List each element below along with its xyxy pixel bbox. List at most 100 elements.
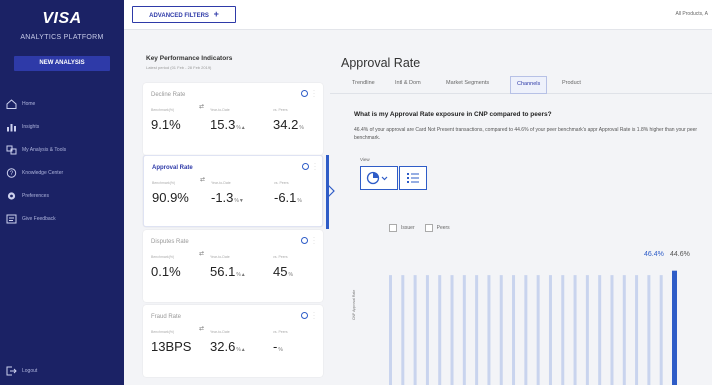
chart-bar-peer[interactable] [413,275,417,385]
chart-bar-peer[interactable] [598,275,602,385]
kpi-card-approval-rate[interactable]: Approval Rate · · · Benchmark(%) ⇄ Year-to… [143,155,335,229]
chart-bar-peer[interactable] [438,275,442,385]
tab-market-segments[interactable]: Market Segments [446,80,489,86]
sidebar-item-preferences[interactable]: Preferences [0,186,124,206]
logout-link[interactable]: Logout [5,365,37,376]
kpi-subtitle: Latest period (01 Feb - 28 Feb 2019) [146,65,212,70]
legend-checkbox-issuer[interactable] [389,224,397,232]
advanced-filters-label: ADVANCED FILTERS [149,13,209,19]
advanced-filters-button[interactable]: ADVANCED FILTERS + [132,6,236,23]
logout-label: Logout [22,367,38,374]
chart-view-button[interactable] [360,166,398,190]
chart-bar-peer[interactable] [512,275,516,385]
chart-bar-peer[interactable] [487,275,491,385]
more-icon[interactable]: · · · [313,88,318,100]
kpi-value-benchmark: 13BPS [151,339,192,354]
swap-icon[interactable]: ⇄ [199,325,204,332]
chart-bar-peer[interactable] [622,275,626,385]
more-icon[interactable]: · · · [313,310,318,322]
chart-bar-issuer[interactable] [672,270,677,385]
sidebar: VISA ANALYTICS PLATFORM NEW ANALYSIS Hom… [0,0,124,385]
info-icon[interactable] [301,312,308,319]
top-bar: ADVANCED FILTERS + All Products, A [124,0,712,30]
chart-bar-peer[interactable] [425,275,429,385]
chart-bar-peer[interactable] [573,275,577,385]
chart-data-label: 46.4% [644,251,664,258]
chart-bar-peer[interactable] [389,275,392,385]
chart-bar-peer[interactable] [524,275,528,385]
help-icon: ? [5,168,18,179]
legend-label-issuer: Issuer [401,225,415,231]
insight-description: 46.4% of your approval are Card Not Pres… [354,127,698,141]
chart-bar-peer[interactable] [462,275,466,385]
kpi-card-disputes-rate[interactable]: Disputes Rate · · · Benchmark(%) ⇄ Year-to… [143,230,323,302]
chart-bar-peer[interactable] [610,275,614,385]
more-icon[interactable]: · · · [314,161,319,173]
chart-bar-peer[interactable] [635,275,639,385]
sidebar-item-give-feedback[interactable]: Give Feedback [0,209,124,229]
col-label-peers: vs. Peers [273,255,288,259]
kpi-card-decline-rate[interactable]: Decline Rate · · · Benchmark(%) ⇄ Year-to-… [143,83,323,155]
kpi-value-ytd: 56.1%▲ [210,264,246,279]
new-analysis-button[interactable]: NEW ANALYSIS [14,56,110,71]
tab-bar: Trendline Intl & Dom Market Segments Cha… [330,74,712,94]
chart-bar-peer[interactable] [499,275,503,385]
legend-checkbox-peers[interactable] [424,224,433,232]
kpi-value-peers: -6.1% [274,190,302,205]
plus-icon: + [213,9,219,19]
tab-product[interactable]: Product [562,80,581,86]
kpi-card-title: Decline Rate [151,92,186,98]
chart-bar-peer[interactable] [450,275,454,385]
tab-intl-dom[interactable]: Intl & Dom [395,80,421,86]
product-filter-summary[interactable]: All Products, A [675,11,708,17]
chart-bar-peer[interactable] [647,275,651,385]
col-label-benchmark: Benchmark(%) [151,255,175,259]
feedback-icon [5,214,18,225]
list-icon [407,173,419,183]
sidebar-item-my-analysis[interactable]: My Analysis & Tools [0,140,124,160]
sidebar-item-label: Give Feedback [22,216,56,222]
chart-bar-peer[interactable] [585,275,589,385]
col-label-benchmark: Benchmark(%) [152,181,176,185]
visa-logo: VISA [42,10,82,27]
kpi-value-benchmark: 9.1% [151,117,181,132]
kpi-value-ytd: -1.3%▼ [211,190,244,205]
chart-bar-peer[interactable] [659,275,663,385]
kpi-card-fraud-rate[interactable]: Fraud Rate · · · Benchmark(%) ⇄ Year-to-Da… [143,305,323,377]
chart-bar-peer[interactable] [536,275,540,385]
sidebar-item-home[interactable]: Home [0,94,124,114]
tools-icon [5,145,18,156]
sidebar-nav: Home Insights My Analysis & Tools ? Know… [0,94,124,232]
info-icon[interactable] [301,90,308,97]
chart-bar-peer[interactable] [401,275,405,385]
kpi-value-peers: 34.2% [273,117,304,132]
info-icon[interactable] [301,237,308,244]
tab-trendline[interactable]: Trendline [352,80,375,86]
kpi-value-benchmark: 90.9% [152,190,189,205]
sidebar-item-knowledge-center[interactable]: ? Knowledge Center [0,163,124,183]
chart-bar-peer[interactable] [561,275,565,385]
gear-icon [5,191,18,202]
info-icon[interactable] [302,163,309,170]
kpi-value-peers: -% [273,339,283,354]
more-icon[interactable]: · · · [313,235,318,247]
view-label: View [360,157,370,162]
swap-icon[interactable]: ⇄ [199,250,204,257]
page-title: Approval Rate [341,56,421,70]
chart-data-label: 44.6% [670,251,690,258]
kpi-panel: Key Performance Indicators Latest period… [131,45,335,385]
sidebar-item-insights[interactable]: Insights [0,117,124,137]
swap-icon[interactable]: ⇄ [200,176,205,183]
approval-rate-chart: 46.4% 44.6% [389,251,690,385]
chart-bar-peer[interactable] [548,275,552,385]
col-label-peers: vs. Peers [273,108,288,112]
chart-bar-peer[interactable] [475,275,479,385]
kpi-card-title: Disputes Rate [151,239,189,245]
chevron-right-icon [327,184,335,198]
swap-icon[interactable]: ⇄ [199,103,204,110]
kpi-value-ytd: 15.3%▲ [210,117,246,132]
kpi-card-title: Approval Rate [152,165,193,171]
tab-channels[interactable]: Channels [510,76,548,94]
list-view-button[interactable] [399,166,427,190]
col-label-peers: vs. Peers [274,181,289,185]
